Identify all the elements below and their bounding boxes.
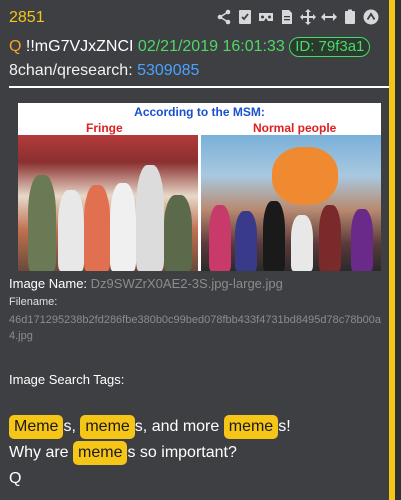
message-text: s so important? [127, 444, 237, 461]
expand-horizontal-icon[interactable] [321, 9, 337, 25]
post-card: 2851 Q !!mG7VJxZNCI 02/21/2019 16:01:33 [0, 0, 395, 500]
filename-value[interactable]: 46d171295238b2fd286fbe380b0c99bed078fbb4… [9, 312, 387, 344]
image-name-value[interactable]: Dz9SWZrX0AE2-3S.jpg-large.jpg [91, 276, 283, 291]
vr-icon[interactable] [258, 9, 274, 25]
up-arrow-circle-icon[interactable] [363, 9, 379, 25]
image-name-label: Image Name: [9, 276, 88, 291]
post-header: Q !!mG7VJxZNCI 02/21/2019 16:01:33 ID: 7… [9, 37, 371, 57]
message-text: s, and more [134, 418, 224, 435]
post-timestamp: 02/21/2019 16:01:33 [137, 38, 285, 55]
message-text: s! [278, 418, 291, 435]
header-divider [9, 86, 389, 88]
clipboard-icon[interactable] [342, 9, 358, 25]
message-text: Why are [9, 444, 74, 461]
message-signature: Q [9, 470, 22, 487]
tripcode: !!mG7VJxZNCI [25, 38, 134, 55]
checklist-icon[interactable] [237, 9, 253, 25]
post-toolbar [216, 9, 379, 25]
highlighted-word: Meme [9, 415, 64, 439]
image-search-tags-label: Image Search Tags: [9, 372, 125, 387]
document-icon[interactable] [279, 9, 295, 25]
message-text: s, [63, 418, 81, 435]
thread-link[interactable]: 5309085 [137, 62, 199, 79]
post-image[interactable]: According to the MSM: Fringe Normal peop… [18, 103, 381, 271]
left-photo-panel [18, 135, 198, 271]
post-number[interactable]: 2851 [9, 9, 45, 27]
board-line: 8chan/qresearch: 5309085 [9, 62, 199, 80]
author-name: Q [9, 38, 22, 55]
highlighted-word: meme [73, 441, 128, 465]
balloon-figure [272, 147, 338, 205]
image-name-row: Image Name: Dz9SWZrX0AE2-3S.jpg-large.jp… [9, 276, 283, 291]
left-panel-label: Fringe [86, 121, 123, 135]
move-icon[interactable] [300, 9, 316, 25]
right-panel-label: Normal people [253, 121, 337, 135]
image-title: According to the MSM: [134, 105, 265, 119]
board-name: 8chan/qresearch: [9, 62, 133, 79]
highlighted-word: meme [223, 415, 279, 439]
highlighted-word: meme [80, 415, 135, 439]
poster-id-badge[interactable]: ID: 79f3a1 [289, 37, 371, 57]
message-line-1: Meme s, meme s, and more meme s! [9, 414, 389, 440]
message-line-2: Why are meme s so important? [9, 440, 389, 466]
filename-label: Filename: [9, 296, 58, 308]
post-message: Meme s, meme s, and more meme s! Why are me… [9, 414, 389, 492]
share-icon[interactable] [216, 9, 232, 25]
